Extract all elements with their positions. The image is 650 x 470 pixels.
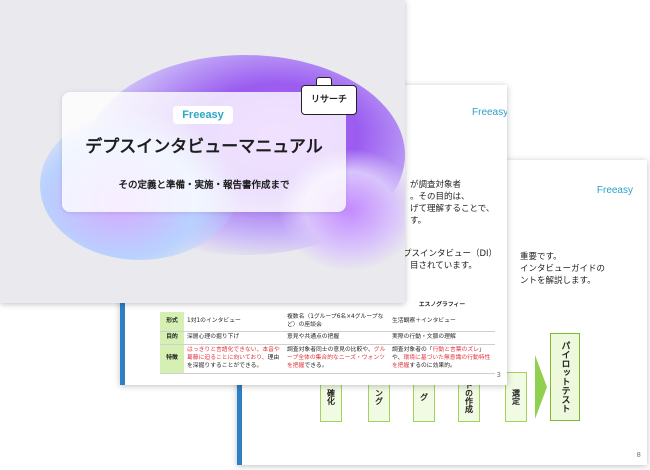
- body-text-line: す。: [410, 216, 427, 226]
- table-cell: 複数名（1グループ6名×4グループなど）の座談会: [284, 311, 389, 333]
- row-label: 特徴: [160, 344, 184, 374]
- table-cell: 実際の行動・文脈の理解: [389, 331, 495, 346]
- freeasy-logo: Freeasy: [472, 107, 507, 118]
- row-label: 目的: [160, 331, 184, 346]
- cell-text: できる。: [304, 362, 328, 369]
- body-text-line: プスインタビュー（DI）: [403, 249, 498, 259]
- intro-line: 重要です。: [520, 252, 562, 262]
- table-cell: 深層心理の掘り下げ: [184, 331, 284, 346]
- intro-line: インタビューガイドの: [520, 264, 606, 274]
- cell-text: 調査対象者の「: [392, 347, 433, 354]
- highlight-text: 行動と言葉のズレ: [432, 347, 479, 354]
- table-row: 形式 1対1のインタビュー 複数名（1グループ6名×4グループなど）の座談会 生…: [160, 311, 495, 333]
- table-cell: 生活観察＋インタビュー: [389, 311, 495, 333]
- page-title: デプスインタビューマニュアル: [85, 137, 323, 157]
- freeasy-logo: Freeasy: [173, 106, 233, 124]
- table-row: 目的 深層心理の掘り下げ 意見や共通点の把握 実際の行動・文脈の理解: [160, 331, 495, 346]
- table-cell: はっきりと言語化できない、本音や葛藤に迫ることに向いており、理由を深掘りすること…: [184, 344, 284, 374]
- category-tag: リサーチ: [301, 85, 357, 115]
- page-number: 3: [496, 371, 501, 379]
- page-number: 8: [636, 451, 641, 459]
- flow-step: 選定: [505, 372, 527, 422]
- table-cell: 1対1のインタビュー: [184, 311, 284, 333]
- cell-text: するのに効果的。: [409, 362, 456, 369]
- highlight-text: はっきりと言語化できない、本音や葛藤に迫ることに向いており、: [187, 347, 280, 362]
- page-subtitle: その定義と準備・実施・報告書作成まで: [118, 180, 290, 191]
- table-row: 特徴 はっきりと言語化できない、本音や葛藤に迫ることに向いており、理由を深掘りす…: [160, 344, 495, 374]
- flow-step-final: パイロットテスト: [550, 333, 580, 421]
- slide-cover[interactable]: Freeasy デプスインタビューマニュアル その定義と準備・実施・報告書作成ま…: [0, 0, 405, 303]
- body-text-line: げて理解することで、: [410, 204, 495, 214]
- table-cell: 調査対象者の「行動と言葉のズレ」や、環境に基づいた無意識の行動特性を把握するのに…: [389, 344, 495, 374]
- body-text-line: 。その目的は、: [410, 192, 470, 202]
- flow-arrow-icon: [535, 355, 547, 419]
- freeasy-logo: Freeasy: [596, 185, 633, 196]
- row-label: 形式: [160, 311, 184, 333]
- table-cell: 調査対象者同士の意見の比較や、グループ全体の集合的なニーズ・ウォンツを把握できる…: [284, 344, 389, 374]
- table-cell: 意見や共通点の把握: [284, 331, 389, 346]
- comparison-table: エスノグラフィー 形式 1対1のインタビュー 複数名（1グループ6名×4グループ…: [160, 300, 495, 374]
- body-text-line: が調査対象者: [410, 180, 462, 190]
- cell-text: 調査対象者同士の意見の比較や、: [287, 347, 374, 354]
- intro-line: ントを解説します。: [520, 276, 596, 286]
- body-text-line: 目されています。: [410, 261, 477, 271]
